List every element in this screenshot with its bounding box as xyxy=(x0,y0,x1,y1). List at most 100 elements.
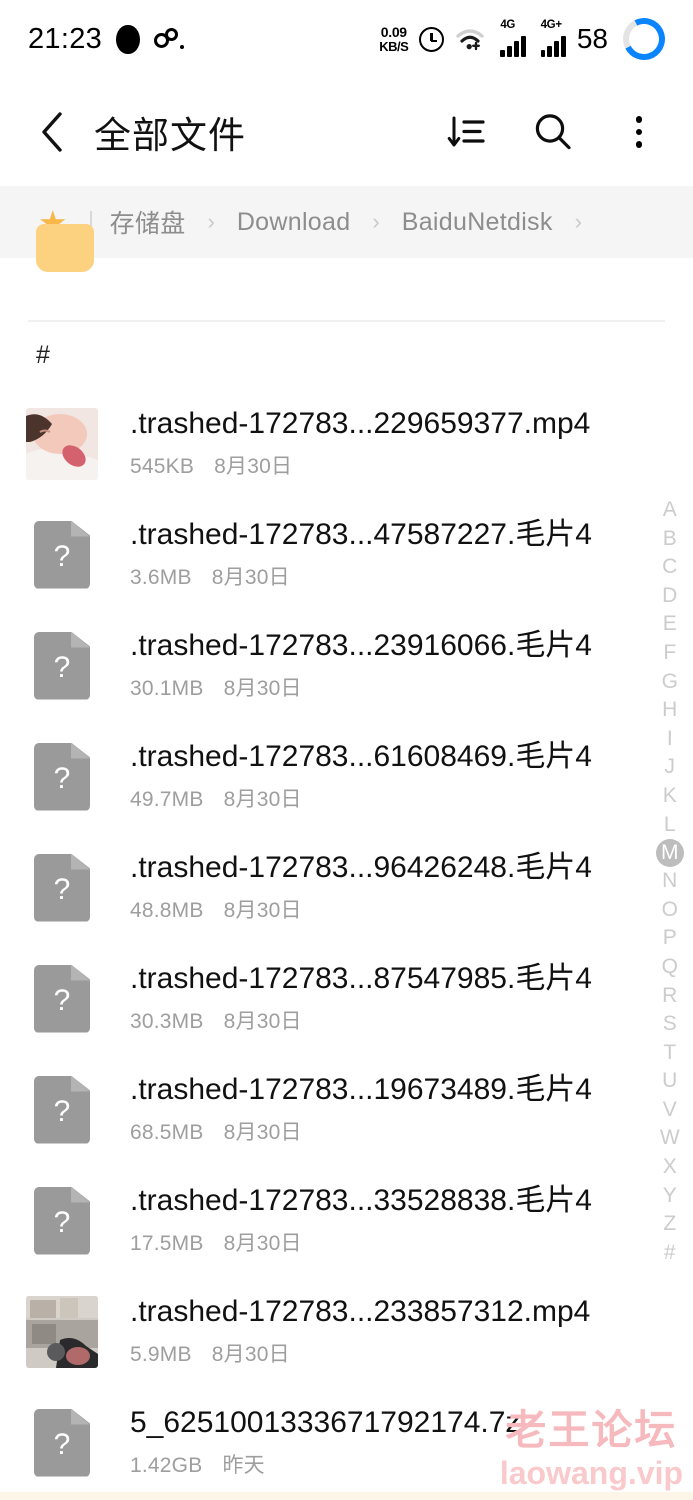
file-subtitle: 3.6MB 8月30日 xyxy=(130,561,665,591)
table-row[interactable]: .trashed-172783...229659377.mp4 545KB 8月… xyxy=(0,388,693,499)
alpha-index-letter-f[interactable]: F xyxy=(656,639,684,668)
breadcrumb: ★ 存储盘 › Download › BaiduNetdisk › xyxy=(0,186,693,258)
breadcrumb-item-storage[interactable]: 存储盘 xyxy=(110,204,186,240)
alpha-index-letter-n[interactable]: N xyxy=(656,867,684,896)
file-date: 8月30日 xyxy=(214,455,293,479)
file-meta: .trashed-172783...33528838.毛片4 17.5MB 8月… xyxy=(130,1184,665,1258)
unknown-file-icon: ? xyxy=(26,630,98,702)
alpha-index-letter-x[interactable]: X xyxy=(656,1153,684,1182)
alarm-clock-icon xyxy=(419,26,445,52)
file-meta: .trashed-172783...47587227.毛片4 3.6MB 8月3… xyxy=(130,518,665,592)
alpha-index-letter-l[interactable]: L xyxy=(656,811,684,840)
table-row[interactable]: .trashed-172783...233857312.mp4 5.9MB 8月… xyxy=(0,1276,693,1387)
network-speed-value: 0.09 xyxy=(380,24,407,41)
network-speed-indicator: 0.09 KB/S xyxy=(379,24,409,53)
back-button[interactable] xyxy=(28,108,76,156)
alpha-index-letter-hash[interactable]: # xyxy=(656,1239,684,1268)
sim1-signal-icon: 4G xyxy=(500,18,526,57)
alpha-index-letter-z[interactable]: Z xyxy=(656,1210,684,1239)
file-meta: .trashed-172783...229659377.mp4 545KB 8月… xyxy=(130,407,665,481)
table-row[interactable]: ? .trashed-172783...47587227.毛片4 3.6MB 8… xyxy=(0,499,693,610)
file-date: 昨天 xyxy=(222,1454,265,1478)
alpha-index-letter-r[interactable]: R xyxy=(656,982,684,1011)
alpha-index-letter-t[interactable]: T xyxy=(656,1039,684,1068)
file-subtitle: 1.42GB 昨天 xyxy=(130,1449,665,1479)
page-title: 全部文件 xyxy=(94,115,246,156)
alpha-index-letter-d[interactable]: D xyxy=(656,582,684,611)
file-subtitle: 30.3MB 8月30日 xyxy=(130,1005,665,1035)
alpha-index-letter-a[interactable]: A xyxy=(656,496,684,525)
table-row[interactable]: ? 5_6251001333671792174.7z 1.42GB 昨天 xyxy=(0,1387,693,1498)
alpha-index-letter-q[interactable]: Q xyxy=(656,953,684,982)
file-meta: .trashed-172783...96426248.毛片4 48.8MB 8月… xyxy=(130,851,665,925)
file-meta: 5_6251001333671792174.7z 1.42GB 昨天 xyxy=(130,1406,665,1480)
unknown-file-icon: ? xyxy=(26,852,98,924)
alpha-index-letter-y[interactable]: Y xyxy=(656,1182,684,1211)
section-header: # xyxy=(0,322,693,388)
file-name: .trashed-172783...233857312.mp4 xyxy=(130,1294,591,1328)
file-name: 5_6251001333671792174.7z xyxy=(130,1405,521,1439)
alphabet-index-scrubber[interactable]: A B C D E F G H I J K L M N O P Q R S T U V W X Y Z # xyxy=(653,496,687,1267)
breadcrumb-item-baidunetdisk[interactable]: BaiduNetdisk xyxy=(402,208,553,237)
alpha-index-letter-v[interactable]: V xyxy=(656,1096,684,1125)
file-size: 17.5MB xyxy=(130,1232,204,1256)
alpha-index-letter-k[interactable]: K xyxy=(656,782,684,811)
file-size: 30.3MB xyxy=(130,1010,204,1034)
battery-ring-icon xyxy=(617,12,671,66)
table-row[interactable]: ? .trashed-172783...19673489.毛片4 68.5MB … xyxy=(0,1054,693,1165)
alpha-index-letter-i[interactable]: I xyxy=(656,725,684,754)
file-size: 68.5MB xyxy=(130,1121,204,1145)
alpha-index-letter-c[interactable]: C xyxy=(656,553,684,582)
alpha-index-letter-p[interactable]: P xyxy=(656,924,684,953)
table-row[interactable]: ? .trashed-172783...96426248.毛片4 48.8MB … xyxy=(0,832,693,943)
file-name: .trashed-172783...33528838.毛片4 xyxy=(130,1183,592,1217)
file-date: 8月30日 xyxy=(223,788,302,812)
video-thumbnail xyxy=(26,407,98,480)
sort-descending-icon[interactable] xyxy=(445,110,489,154)
sim2-network-label: 4G+ xyxy=(540,18,562,31)
alpha-index-letter-g[interactable]: G xyxy=(656,668,684,697)
breadcrumb-separator-icon: › xyxy=(372,209,380,234)
alpha-index-letter-u[interactable]: U xyxy=(656,1067,684,1096)
file-date: 8月30日 xyxy=(211,1343,290,1367)
alpha-index-letter-j[interactable]: J xyxy=(656,753,684,782)
camera-punch-hole-icon xyxy=(116,24,141,54)
file-meta: .trashed-172783...87547985.毛片4 30.3MB 8月… xyxy=(130,962,665,1036)
file-subtitle: 30.1MB 8月30日 xyxy=(130,672,665,702)
file-date: 8月30日 xyxy=(223,899,302,923)
folder-icon xyxy=(36,224,94,272)
alpha-index-letter-e[interactable]: E xyxy=(656,610,684,639)
status-bar: 21:23 0.09 KB/S 4G 4G+ 58 xyxy=(0,0,693,78)
alpha-index-letter-h[interactable]: H xyxy=(656,696,684,725)
file-subtitle: 48.8MB 8月30日 xyxy=(130,894,665,924)
file-name: .trashed-172783...47587227.毛片4 xyxy=(130,517,592,551)
file-manager-screen: 21:23 0.09 KB/S 4G 4G+ 58 全部文件 ★ 存储盘 › D… xyxy=(0,0,693,1500)
alpha-index-letter-o[interactable]: O xyxy=(656,896,684,925)
alpha-index-letter-b[interactable]: B xyxy=(656,525,684,554)
file-subtitle: 17.5MB 8月30日 xyxy=(130,1227,665,1257)
partially-scrolled-folder-row[interactable] xyxy=(0,224,693,320)
file-size: 5.9MB xyxy=(130,1343,192,1367)
battery-percentage: 58 xyxy=(576,23,608,54)
breadcrumb-item-download[interactable]: Download xyxy=(237,208,351,237)
table-row[interactable]: ? .trashed-172783...23916066.毛片4 30.1MB … xyxy=(0,610,693,721)
file-name: .trashed-172783...87547985.毛片4 xyxy=(130,961,592,995)
table-row[interactable]: ? .trashed-172783...61608469.毛片4 49.7MB … xyxy=(0,721,693,832)
alpha-index-letter-m[interactable]: M xyxy=(656,839,684,868)
search-icon[interactable] xyxy=(531,110,575,154)
alpha-index-letter-s[interactable]: S xyxy=(656,1010,684,1039)
more-vertical-icon[interactable] xyxy=(617,110,661,154)
file-date: 8月30日 xyxy=(223,1010,302,1034)
file-subtitle: 5.9MB 8月30日 xyxy=(130,1338,665,1368)
unknown-file-icon: ? xyxy=(26,1407,98,1479)
file-size: 49.7MB xyxy=(130,788,204,812)
file-size: 48.8MB xyxy=(130,899,204,923)
file-date: 8月30日 xyxy=(223,1121,302,1145)
status-time: 21:23 xyxy=(28,22,103,55)
app-header: 全部文件 xyxy=(0,78,693,186)
table-row[interactable]: ? .trashed-172783...87547985.毛片4 30.3MB … xyxy=(0,943,693,1054)
alpha-index-letter-w[interactable]: W xyxy=(656,1124,684,1153)
breadcrumb-separator-icon: › xyxy=(207,209,215,234)
sim1-network-label: 4G xyxy=(500,18,516,31)
table-row[interactable]: ? .trashed-172783...33528838.毛片4 17.5MB … xyxy=(0,1165,693,1276)
